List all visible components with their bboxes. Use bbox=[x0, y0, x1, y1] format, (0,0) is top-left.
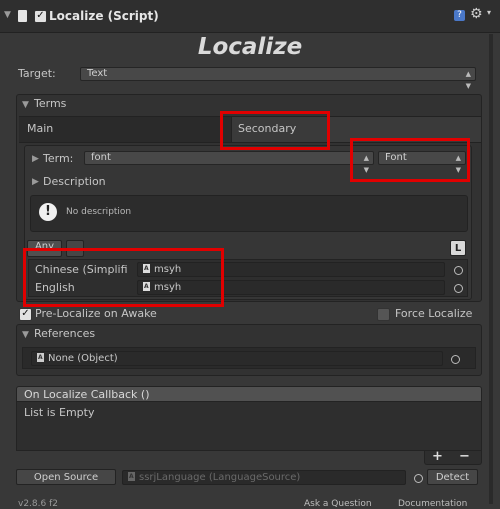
object-file-icon bbox=[37, 353, 44, 362]
pre-localize-label: Pre-Localize on Awake bbox=[35, 307, 157, 320]
callback-header: On Localize Callback () bbox=[16, 386, 482, 402]
list-item: English msyh bbox=[28, 279, 468, 296]
language-asset-field[interactable]: msyh bbox=[137, 262, 445, 277]
open-source-button[interactable]: Open Source bbox=[16, 469, 116, 485]
inspector-scrollbar[interactable] bbox=[489, 34, 493, 504]
terms-section-label: Terms bbox=[34, 97, 67, 110]
l-button-label: L bbox=[454, 243, 462, 254]
version-text: v2.8.6 f2 bbox=[18, 499, 58, 509]
detect-label: Detect bbox=[435, 472, 470, 483]
target-value: Text bbox=[87, 68, 108, 79]
font-asset-icon bbox=[143, 282, 150, 291]
terms-foldout-icon[interactable]: ▼ bbox=[22, 100, 29, 110]
dropdown-arrow-icon: ▲ ▼ bbox=[455, 154, 461, 174]
language-source-value: ssrjLanguage (LanguageSource) bbox=[139, 472, 301, 483]
language-source-icon bbox=[128, 472, 135, 481]
references-foldout-icon[interactable]: ▼ bbox=[22, 330, 29, 340]
remove-callback-button[interactable]: − bbox=[459, 449, 470, 464]
force-localize-checkbox[interactable] bbox=[377, 308, 390, 321]
object-picker-icon[interactable] bbox=[454, 284, 463, 293]
language-asset-value: msyh bbox=[154, 264, 182, 275]
language-source-field[interactable]: ssrjLanguage (LanguageSource) bbox=[122, 470, 406, 485]
context-menu-dot-icon[interactable]: ▾ bbox=[487, 8, 491, 17]
reference-object-field[interactable]: None (Object) bbox=[31, 351, 443, 366]
lowercase-toggle-button[interactable]: L bbox=[450, 240, 466, 256]
target-dropdown[interactable]: Text ▲ ▼ bbox=[80, 67, 476, 90]
object-picker-icon[interactable] bbox=[414, 474, 423, 483]
language-name: Chinese (Simplifi bbox=[35, 263, 128, 276]
no-description-text: No description bbox=[66, 207, 132, 217]
tab-any-label: Any bbox=[34, 241, 55, 252]
dropdown-arrow-icon: ▲ ▼ bbox=[465, 70, 471, 90]
tab-extra[interactable] bbox=[66, 240, 84, 257]
language-name: English bbox=[35, 281, 75, 294]
object-picker-icon[interactable] bbox=[454, 266, 463, 275]
term-type-value: Font bbox=[385, 152, 407, 163]
description-foldout-icon[interactable]: ▶ bbox=[32, 177, 39, 187]
tab-secondary[interactable]: Secondary bbox=[231, 117, 481, 142]
page-title: Localize bbox=[197, 34, 303, 60]
detect-button[interactable]: Detect bbox=[427, 469, 478, 485]
tab-any[interactable]: Any bbox=[27, 240, 62, 257]
callback-header-label: On Localize Callback () bbox=[24, 388, 150, 401]
force-localize-label: Force Localize bbox=[395, 307, 473, 320]
term-foldout-icon[interactable]: ▶ bbox=[32, 154, 39, 164]
component-header: ▼ ✓ Localize (Script) ? ⚙ ▾ bbox=[0, 0, 500, 33]
callback-list: List is Empty bbox=[16, 402, 482, 451]
dropdown-arrow-icon: ▲ ▼ bbox=[363, 154, 369, 174]
term-type-dropdown[interactable]: Font ▲ ▼ bbox=[378, 151, 466, 174]
reference-value: None (Object) bbox=[48, 353, 118, 364]
references-section-label: References bbox=[34, 327, 96, 340]
object-picker-icon[interactable] bbox=[451, 355, 460, 364]
ask-question-link[interactable]: Ask a Question bbox=[304, 499, 372, 509]
tab-main[interactable]: Main bbox=[27, 122, 53, 135]
pre-localize-checkbox[interactable]: ✓ bbox=[19, 308, 32, 321]
term-dropdown[interactable]: font ▲ ▼ bbox=[84, 151, 374, 174]
open-source-label: Open Source bbox=[33, 472, 99, 483]
info-icon: ! bbox=[39, 203, 57, 221]
callback-empty-text: List is Empty bbox=[24, 406, 95, 419]
language-asset-value: msyh bbox=[154, 282, 182, 293]
target-label: Target: bbox=[18, 67, 56, 80]
term-value: font bbox=[91, 152, 111, 163]
font-asset-icon bbox=[143, 264, 150, 273]
script-file-icon bbox=[18, 10, 27, 22]
language-asset-field[interactable]: msyh bbox=[137, 280, 445, 295]
foldout-arrow-icon[interactable]: ▼ bbox=[4, 10, 11, 20]
help-icon[interactable]: ? bbox=[454, 10, 465, 21]
component-enabled-checkbox[interactable]: ✓ bbox=[34, 10, 47, 23]
component-title: Localize (Script) bbox=[49, 9, 159, 23]
gear-icon[interactable]: ⚙ bbox=[470, 6, 483, 22]
add-callback-button[interactable]: + bbox=[432, 449, 443, 464]
description-label[interactable]: Description bbox=[43, 175, 106, 188]
term-label: Term: bbox=[43, 152, 74, 165]
tab-secondary-label: Secondary bbox=[238, 122, 297, 135]
list-item: Chinese (Simplifi msyh bbox=[28, 261, 468, 278]
callback-footer: + − bbox=[424, 449, 482, 465]
documentation-link[interactable]: Documentation bbox=[398, 499, 467, 509]
